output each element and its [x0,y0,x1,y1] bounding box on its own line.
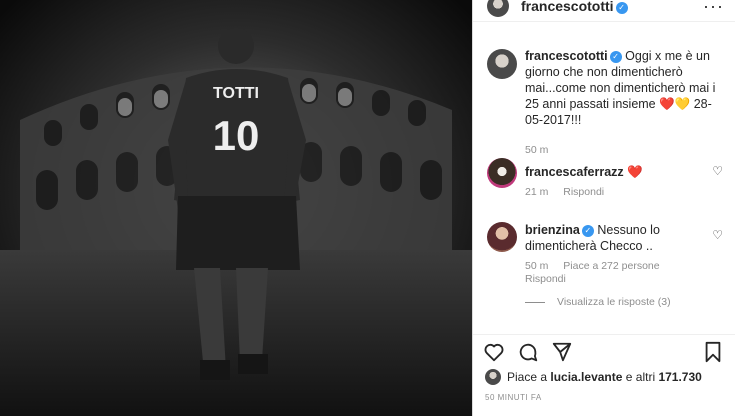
heart-outline-icon[interactable]: ♡ [712,228,723,242]
more-horizontal-icon[interactable]: ··· [703,0,724,17]
likes-prefix: Piace a [507,370,548,384]
post-time[interactable]: 50 MINUTI FA [485,393,542,402]
avatar[interactable] [487,49,517,79]
likes-summary[interactable]: Piace a lucia.levante e altri 171.730 [485,369,702,385]
heart-icon[interactable] [483,341,505,363]
reply-button[interactable]: Rispondi [563,186,604,198]
view-replies-label[interactable]: Visualizza le risposte (3) [557,296,671,308]
avatar[interactable] [485,369,501,385]
likes-user[interactable]: lucia.levante [550,370,622,384]
likes-count[interactable]: 171.730 [658,370,701,384]
reply-button[interactable]: Rispondi [525,273,566,285]
post-photo[interactable]: TOTTI 10 [0,0,472,416]
comment-item: francescaferrazz ❤️ 21 m Rispondi ♡ [487,158,727,199]
avatar[interactable] [487,0,509,17]
post-caption: francescototti ✓ Oggi x me è un giorno ch… [487,48,727,158]
jersey-number: 10 [213,112,260,159]
post-header: francescototti ✓ ··· [473,0,735,22]
share-icon[interactable] [551,341,573,363]
comment-username[interactable]: francescaferrazz [525,165,624,179]
verified-badge-icon: ✓ [615,1,628,14]
view-replies-button[interactable]: Visualizza le risposte (3) [525,296,671,308]
post-side-panel: francescototti ✓ ··· francescototti ✓ Oggi… [472,0,735,416]
likes-middle: e altri [625,370,656,384]
comment-likes[interactable]: Piace a 272 persone [563,260,659,272]
avatar[interactable] [487,158,517,188]
verified-badge-icon: ✓ [609,51,622,63]
comment-time[interactable]: 50 m [525,260,548,272]
avatar[interactable] [487,222,517,252]
photo-illustration: TOTTI 10 [0,0,472,416]
comment-item: brienzina ✓ Nessuno lo dimenticherà Checc… [487,222,727,286]
bookmark-icon[interactable] [702,341,724,363]
header-username[interactable]: francescototti [521,0,614,14]
verified-badge-icon: ✓ [581,225,594,237]
comment-icon[interactable] [517,341,539,363]
heart-outline-icon[interactable]: ♡ [712,164,723,178]
caption-time[interactable]: 50 m [525,142,725,158]
comment-text: ❤️ [627,165,643,179]
comment-username[interactable]: brienzina [525,223,580,237]
comment-time[interactable]: 21 m [525,186,548,198]
jersey-name: TOTTI [213,85,259,102]
post-actions: Piace a lucia.levante e altri 171.730 50… [473,334,735,416]
caption-username[interactable]: francescototti [525,49,608,63]
divider [525,301,545,303]
